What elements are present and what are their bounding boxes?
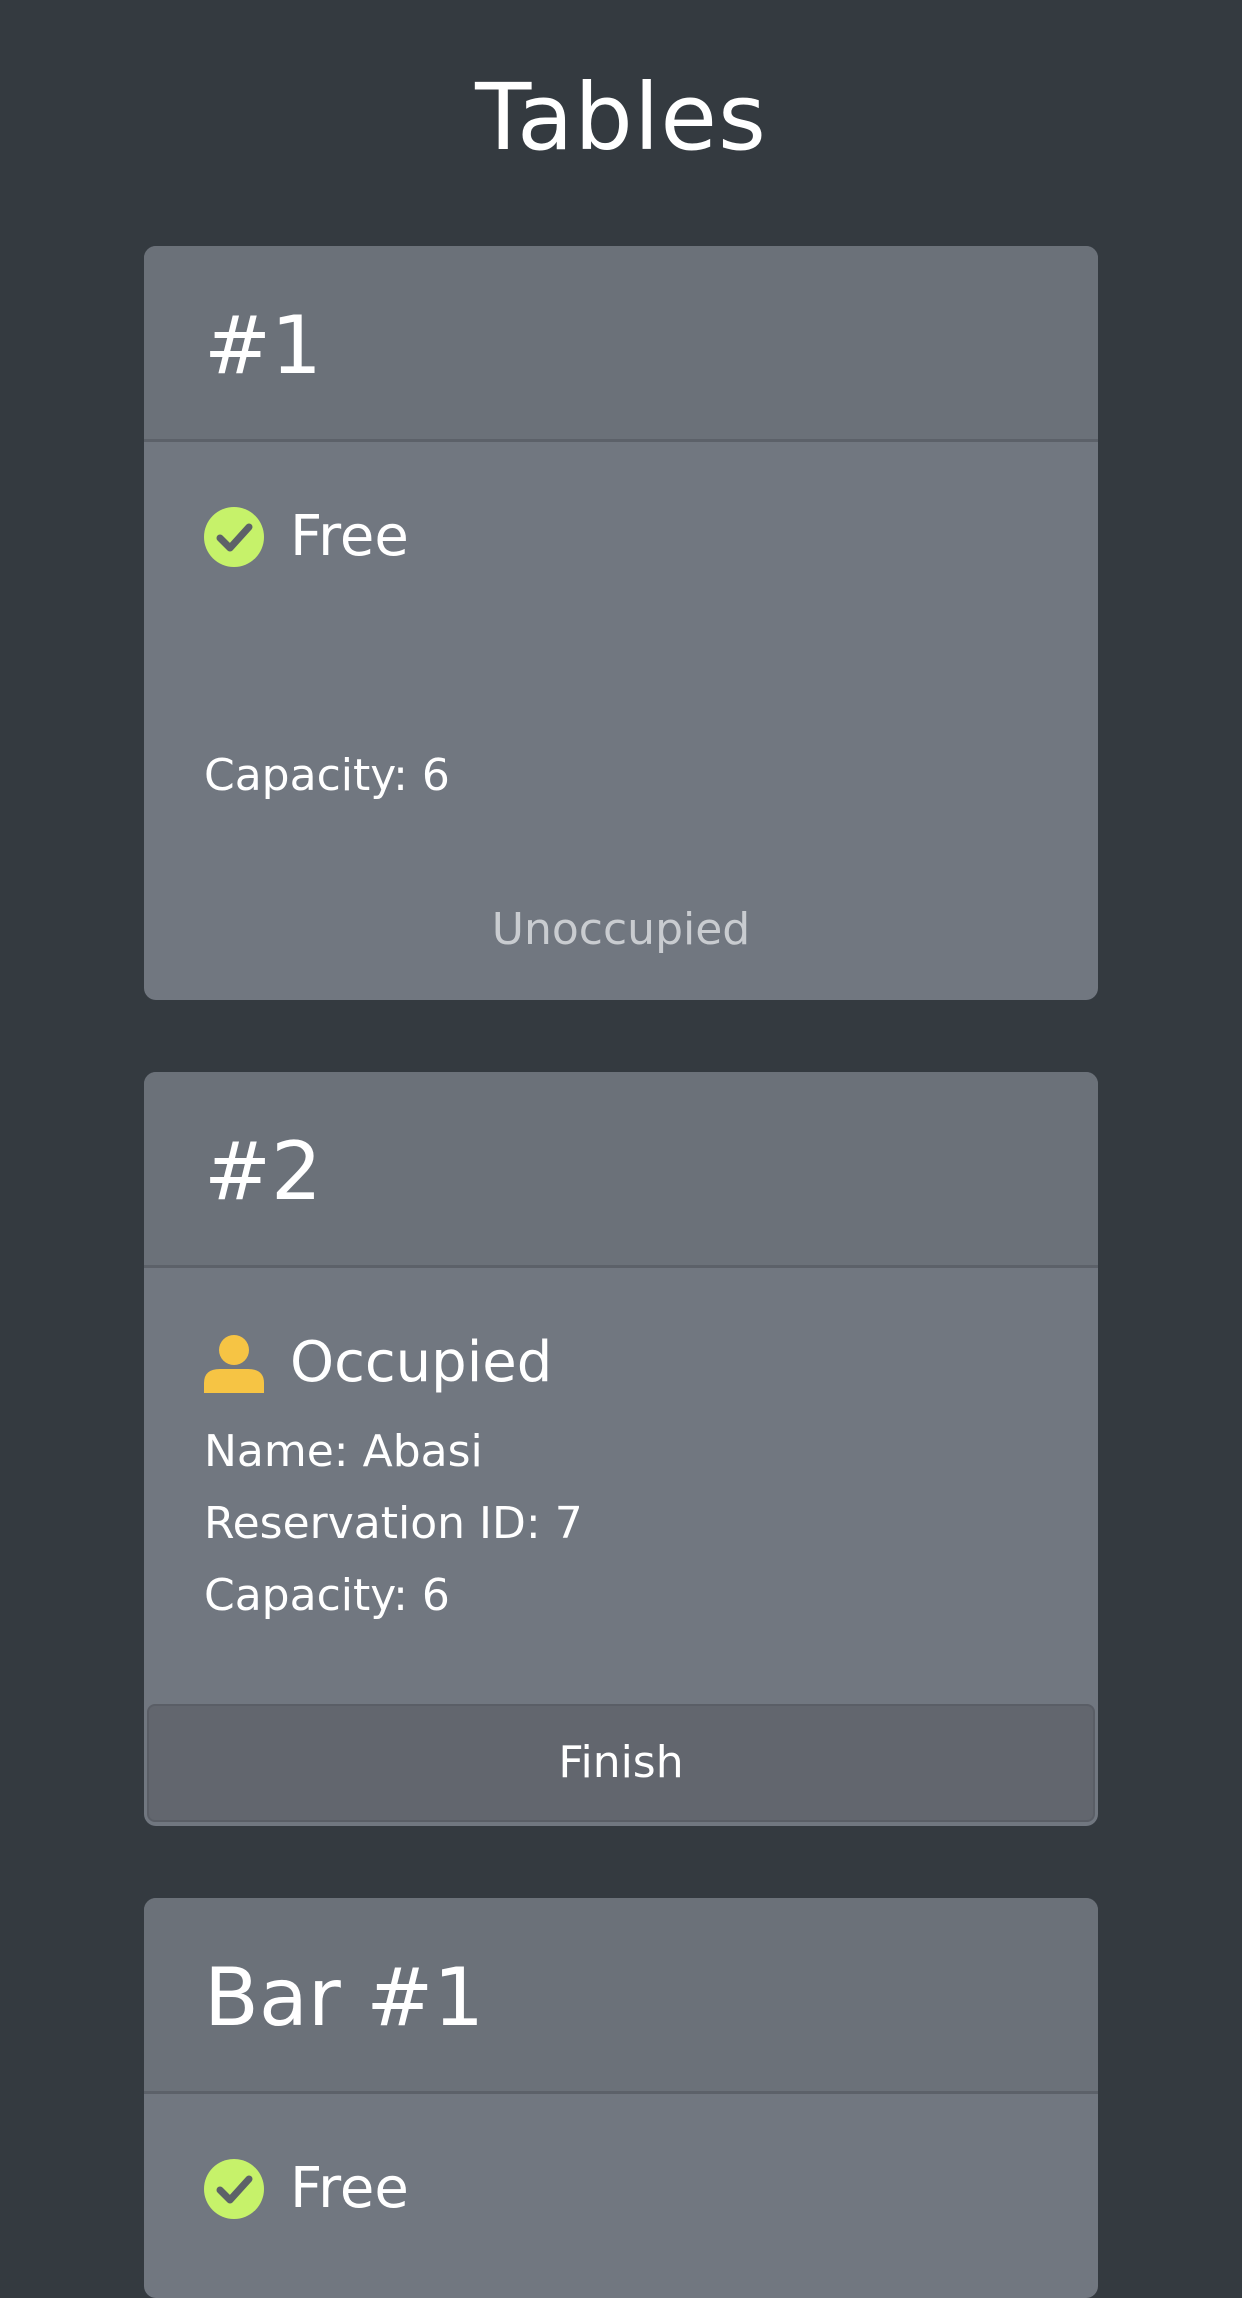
status-label: Free [290,2156,409,2221]
status-row: Free [204,502,409,572]
table-name: #1 [204,299,322,392]
table-card-header: Bar #1 [144,1898,1098,2094]
occupancy-status-text: Unoccupied [491,904,751,955]
status-row: Occupied [204,1328,552,1398]
status-row: Free [204,2154,409,2224]
status-label: Free [290,504,409,569]
capacity-text: Capacity: 6 [204,750,450,801]
check-circle-icon [204,2159,264,2219]
person-icon [204,1335,264,1393]
capacity-text: Capacity: 6 [204,1570,450,1621]
reservation-id-text: Reservation ID: 7 [204,1498,583,1549]
table-card-body: Free [144,2094,1098,2298]
table-card: Bar #1 Free [144,1898,1098,2298]
table-card-body: Occupied Name: Abasi Reservation ID: 7 C… [144,1268,1098,1826]
table-card: #2 Occupied Name: Abasi Reservation ID: … [144,1072,1098,1826]
table-name: #2 [204,1125,322,1218]
table-card-header: #1 [144,246,1098,442]
status-label: Occupied [290,1330,553,1395]
table-card: #1 Free Capacity: 6 Unoccupied [144,246,1098,1000]
table-name: Bar #1 [204,1951,485,2044]
table-card-body: Free Capacity: 6 Unoccupied [144,442,1098,1000]
finish-button[interactable]: Finish [147,1704,1095,1822]
table-card-header: #2 [144,1072,1098,1268]
guest-name-text: Name: Abasi [204,1426,483,1477]
check-circle-icon [204,507,264,567]
page-title: Tables [475,64,767,171]
